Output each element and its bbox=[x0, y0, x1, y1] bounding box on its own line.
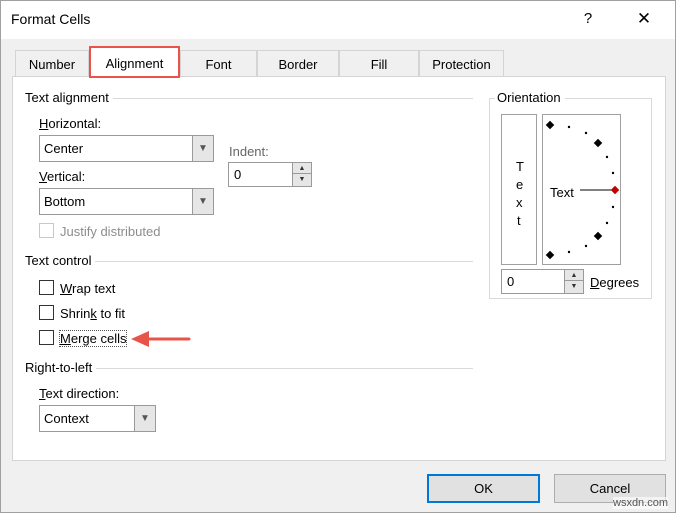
wrap-text-label: Wrap text bbox=[60, 281, 116, 296]
text-direction-label: Text direction: bbox=[39, 386, 120, 401]
vertical-label: Vertical: bbox=[39, 169, 86, 184]
close-button[interactable]: ✕ bbox=[632, 7, 656, 31]
tab-border[interactable]: Border bbox=[257, 50, 339, 77]
vertical-text-char: t bbox=[517, 213, 521, 228]
chevron-down-icon[interactable]: ▼ bbox=[192, 189, 213, 214]
orientation-heading: Orientation bbox=[495, 90, 565, 105]
title-bar: Format Cells ? ✕ bbox=[1, 1, 675, 39]
spin-up-icon[interactable]: ▲ bbox=[564, 270, 583, 281]
horizontal-value: Center bbox=[44, 141, 84, 156]
chevron-down-icon[interactable]: ▼ bbox=[192, 136, 213, 161]
merge-cells-checkbox[interactable] bbox=[39, 330, 54, 345]
dial-text-label: Text bbox=[550, 185, 574, 200]
text-direction-select[interactable]: Context ▼ bbox=[39, 405, 156, 432]
shrink-to-fit-checkbox[interactable] bbox=[39, 305, 54, 320]
tab-fill[interactable]: Fill bbox=[339, 50, 419, 77]
vertical-text-char: T bbox=[516, 159, 524, 174]
vertical-text-button[interactable]: T e x t bbox=[501, 114, 537, 265]
help-button[interactable]: ? bbox=[576, 7, 600, 31]
dialog-title: Format Cells bbox=[11, 11, 91, 27]
format-cells-dialog: Format Cells ? ✕ Number Alignment Font B… bbox=[0, 0, 676, 513]
horizontal-select[interactable]: Center ▼ bbox=[39, 135, 214, 162]
text-direction-value: Context bbox=[44, 411, 89, 426]
vertical-text-char: e bbox=[516, 177, 524, 192]
vertical-value: Bottom bbox=[44, 194, 86, 209]
text-alignment-heading: Text alignment bbox=[25, 90, 113, 105]
indent-value: 0 bbox=[234, 167, 242, 182]
indent-label: Indent: bbox=[229, 144, 269, 159]
horizontal-label: Horizontal: bbox=[39, 116, 102, 131]
tab-number[interactable]: Number bbox=[15, 50, 89, 77]
right-to-left-heading: Right-to-left bbox=[25, 360, 97, 375]
wrap-text-checkbox[interactable] bbox=[39, 280, 54, 295]
tab-alignment[interactable]: Alignment bbox=[89, 46, 180, 78]
degrees-label: Degrees bbox=[590, 275, 640, 290]
vertical-text-char: x bbox=[516, 195, 523, 210]
chevron-down-icon[interactable]: ▼ bbox=[134, 406, 155, 431]
spin-down-icon[interactable]: ▼ bbox=[564, 281, 583, 293]
orientation-dial[interactable]: Text bbox=[542, 114, 621, 265]
highlight-arrow-icon bbox=[131, 331, 191, 347]
watermark: wsxdn.com bbox=[613, 497, 669, 509]
tab-font[interactable]: Font bbox=[180, 50, 257, 77]
degrees-value: 0 bbox=[507, 274, 515, 289]
shrink-to-fit-label: Shrink to fit bbox=[60, 306, 126, 321]
indent-spinner[interactable]: 0 ▲ ▼ bbox=[228, 162, 312, 187]
ok-button[interactable]: OK bbox=[427, 474, 540, 503]
text-control-heading: Text control bbox=[25, 253, 96, 268]
justify-distributed-label: Justify distributed bbox=[60, 224, 161, 239]
spin-down-icon[interactable]: ▼ bbox=[292, 174, 311, 186]
spin-up-icon[interactable]: ▲ bbox=[292, 163, 311, 174]
degrees-spinner[interactable]: 0 ▲ ▼ bbox=[501, 269, 584, 294]
justify-distributed-checkbox[interactable] bbox=[39, 223, 54, 238]
merge-cells-label: Merge cells bbox=[58, 330, 128, 347]
tab-protection[interactable]: Protection bbox=[419, 50, 504, 77]
vertical-select[interactable]: Bottom ▼ bbox=[39, 188, 214, 215]
